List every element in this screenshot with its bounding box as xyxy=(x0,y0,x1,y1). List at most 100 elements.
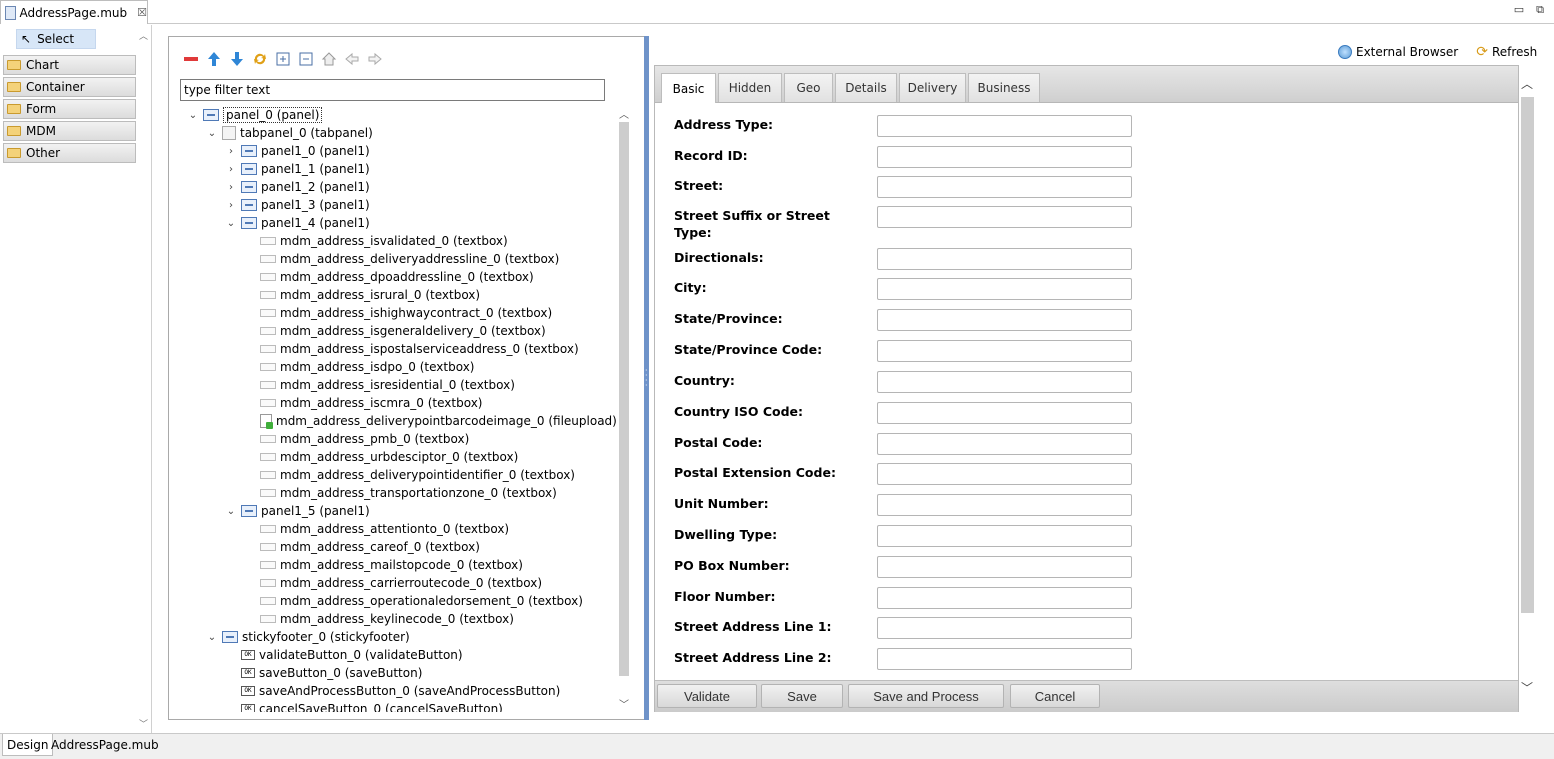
tree-node[interactable]: mdm_address_ishighwaycontract_0 (textbox… xyxy=(244,304,552,322)
field-input[interactable] xyxy=(877,556,1132,578)
chevron-right-icon[interactable]: › xyxy=(225,182,237,193)
field-input[interactable] xyxy=(877,340,1132,362)
expand-all-icon[interactable] xyxy=(275,51,291,67)
tree-node[interactable]: › panel1_0 (panel1) xyxy=(225,142,370,160)
field-input[interactable] xyxy=(877,525,1132,547)
field-input[interactable] xyxy=(877,248,1132,270)
tree-node[interactable]: mdm_address_ispostalserviceaddress_0 (te… xyxy=(244,340,579,358)
field-input[interactable] xyxy=(877,146,1132,168)
tree-node[interactable]: mdm_address_isgeneraldelivery_0 (textbox… xyxy=(244,322,546,340)
tree-node[interactable]: mdm_address_isvalidated_0 (textbox) xyxy=(244,232,508,250)
tree-node[interactable]: mdm_address_iscmra_0 (textbox) xyxy=(244,394,483,412)
tree-node[interactable]: mdm_address_deliverypointidentifier_0 (t… xyxy=(244,466,575,484)
tab-source[interactable]: AddressPage.mub xyxy=(47,734,163,756)
chevron-right-icon[interactable]: › xyxy=(225,164,237,175)
tree-node[interactable]: › panel1_3 (panel1) xyxy=(225,196,370,214)
move-up-icon[interactable] xyxy=(206,51,222,67)
palette-drawer-other[interactable]: Other xyxy=(3,143,136,163)
palette-drawer-chart[interactable]: Chart xyxy=(3,55,136,75)
tree-node[interactable]: mdm_address_transportationzone_0 (textbo… xyxy=(244,484,557,502)
tree-node[interactable]: › panel1_1 (panel1) xyxy=(225,160,370,178)
tree-node[interactable]: OK saveButton_0 (saveButton) xyxy=(225,664,422,682)
tree-node[interactable]: OK saveAndProcessButton_0 (saveAndProcess… xyxy=(225,682,560,700)
field-input[interactable] xyxy=(877,115,1132,137)
tab-design[interactable]: Design xyxy=(2,734,54,756)
tree-node[interactable]: mdm_address_dpoaddressline_0 (textbox) xyxy=(244,268,534,286)
scroll-down-icon[interactable]: ﹀ xyxy=(139,717,148,730)
chevron-down-icon[interactable]: ⌄ xyxy=(206,128,218,139)
remove-icon[interactable] xyxy=(183,51,199,67)
tree-node[interactable]: › panel1_2 (panel1) xyxy=(225,178,370,196)
scroll-up-icon[interactable]: ︿ xyxy=(619,106,629,121)
tree-node[interactable]: OK cancelSaveButton_0 (cancelSaveButton) xyxy=(225,700,503,712)
home-icon[interactable] xyxy=(321,51,337,67)
chevron-right-icon[interactable]: › xyxy=(225,200,237,211)
tree-node[interactable]: mdm_address_operationaledorsement_0 (tex… xyxy=(244,592,583,610)
sash-grip[interactable]: · · · · xyxy=(645,367,648,390)
palette-drawer-form[interactable]: Form xyxy=(3,99,136,119)
tab-geo[interactable]: Geo xyxy=(784,73,833,102)
tree-node[interactable]: mdm_address_isresidential_0 (textbox) xyxy=(244,376,515,394)
tree-node[interactable]: mdm_address_mailstopcode_0 (textbox) xyxy=(244,556,523,574)
editor-tab-addresspage[interactable]: AddressPage.mub ☒ xyxy=(0,0,148,24)
tree-node[interactable]: OK validateButton_0 (validateButton) xyxy=(225,646,463,664)
field-input[interactable] xyxy=(877,494,1132,516)
field-input[interactable] xyxy=(877,176,1132,198)
field-input[interactable] xyxy=(877,206,1132,228)
tree-node[interactable]: mdm_address_keylinecode_0 (textbox) xyxy=(244,610,514,628)
scroll-up-icon[interactable]: ︿ xyxy=(1521,75,1533,92)
forward-icon[interactable] xyxy=(367,51,383,67)
select-tool[interactable]: ↖ Select xyxy=(16,29,96,49)
field-input[interactable] xyxy=(877,402,1132,424)
back-icon[interactable] xyxy=(344,51,360,67)
sync-icon[interactable] xyxy=(252,51,268,67)
tree-node[interactable]: ⌄ panel_0 (panel) xyxy=(187,106,323,124)
field-input[interactable] xyxy=(877,463,1132,485)
tree-node[interactable]: ⌄ panel1_5 (panel1) xyxy=(225,502,370,520)
field-input[interactable] xyxy=(877,617,1132,639)
tab-business[interactable]: Business xyxy=(968,73,1040,102)
field-input[interactable] xyxy=(877,309,1132,331)
external-browser-button[interactable]: External Browser xyxy=(1338,45,1458,59)
tab-hidden[interactable]: Hidden xyxy=(718,73,782,102)
chevron-down-icon[interactable]: ⌄ xyxy=(206,632,218,643)
tree-node[interactable]: ⌄ stickyfooter_0 (stickyfooter) xyxy=(206,628,410,646)
filter-input[interactable] xyxy=(180,79,605,101)
tree-node[interactable]: mdm_address_deliveryaddressline_0 (textb… xyxy=(244,250,559,268)
scrollbar-thumb[interactable] xyxy=(1521,97,1534,613)
field-input[interactable] xyxy=(877,587,1132,609)
tab-details[interactable]: Details xyxy=(835,73,897,102)
tab-basic[interactable]: Basic xyxy=(661,73,716,103)
palette-scrollbar[interactable]: ︿ ﹀ xyxy=(137,25,151,733)
scrollbar-thumb[interactable] xyxy=(619,122,629,676)
chevron-down-icon[interactable]: ⌄ xyxy=(187,110,199,121)
field-input[interactable] xyxy=(877,648,1132,670)
chevron-right-icon[interactable]: › xyxy=(225,146,237,157)
field-input[interactable] xyxy=(877,433,1132,455)
tab-delivery[interactable]: Delivery xyxy=(899,73,966,102)
validate-button[interactable]: Validate xyxy=(657,684,757,708)
collapse-all-icon[interactable] xyxy=(298,51,314,67)
save-and-process-button[interactable]: Save and Process xyxy=(848,684,1004,708)
close-icon[interactable]: ☒ xyxy=(137,6,147,19)
field-input[interactable] xyxy=(877,278,1132,300)
tree-node[interactable]: mdm_address_attentionto_0 (textbox) xyxy=(244,520,509,538)
tree-scrollbar[interactable]: ︿ ﹀ xyxy=(617,106,631,712)
cancel-button[interactable]: Cancel xyxy=(1010,684,1100,708)
refresh-button[interactable]: ⟳ Refresh xyxy=(1476,44,1537,60)
tree-node[interactable]: mdm_address_carrierroutecode_0 (textbox) xyxy=(244,574,542,592)
palette-drawer-mdm[interactable]: MDM xyxy=(3,121,136,141)
tree-node[interactable]: mdm_address_isdpo_0 (textbox) xyxy=(244,358,475,376)
save-button[interactable]: Save xyxy=(761,684,843,708)
move-down-icon[interactable] xyxy=(229,51,245,67)
tree-node[interactable]: mdm_address_careof_0 (textbox) xyxy=(244,538,480,556)
minimize-icon[interactable]: ▭ xyxy=(1514,3,1524,17)
scroll-down-icon[interactable]: ﹀ xyxy=(619,696,629,711)
tree-node[interactable]: ⌄ tabpanel_0 (tabpanel) xyxy=(206,124,373,142)
chevron-down-icon[interactable]: ⌄ xyxy=(225,506,237,517)
preview-scrollbar[interactable]: ︿ ﹀ xyxy=(1519,75,1536,700)
field-input[interactable] xyxy=(877,371,1132,393)
chevron-down-icon[interactable]: ⌄ xyxy=(225,218,237,229)
scroll-down-icon[interactable]: ﹀ xyxy=(1521,679,1533,696)
tree-node[interactable]: mdm_address_urbdesciptor_0 (textbox) xyxy=(244,448,518,466)
